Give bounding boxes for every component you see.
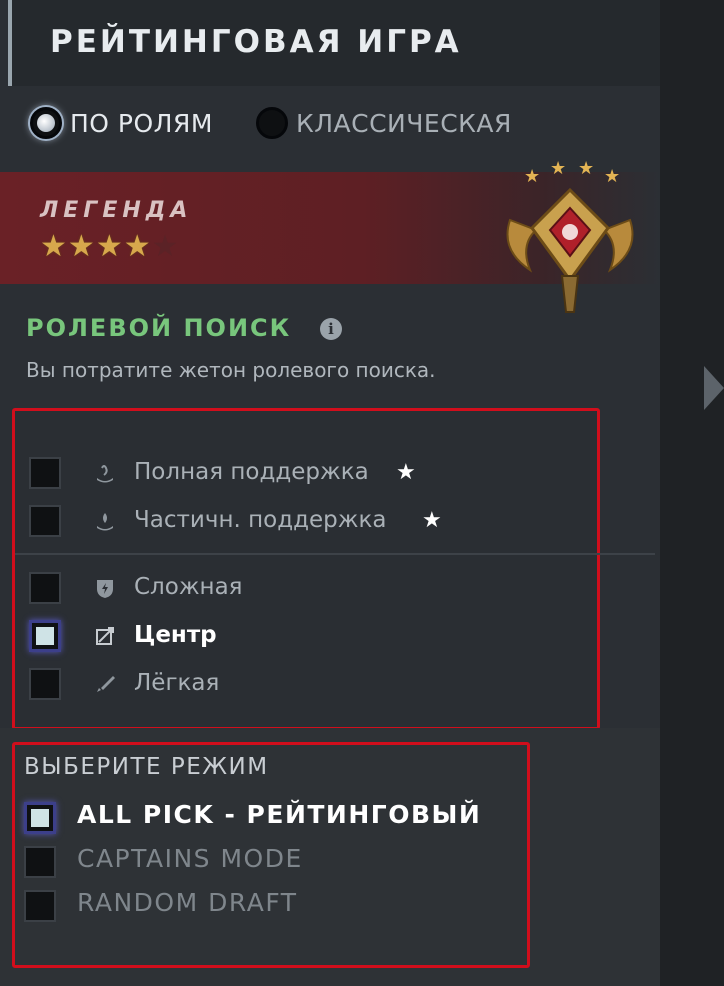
rank-star-icon: ★ (40, 229, 67, 264)
mode-label-captains-mode: CAPTAINS MODE (77, 844, 303, 873)
roles-divider (15, 553, 655, 555)
radio-role-queue[interactable]: ПО РОЛЯМ (30, 100, 213, 146)
role-checkbox-mid[interactable] (29, 620, 61, 652)
radio-button-unchecked[interactable] (256, 107, 288, 139)
role-label-mid: Центр (134, 622, 217, 648)
info-icon[interactable]: i (320, 318, 342, 340)
svg-text:★: ★ (578, 158, 594, 179)
game-mode-title: ВЫБЕРИТЕ РЕЖИМ (24, 754, 269, 780)
role-search-description: Вы потратите жетон ролевого поиска. (26, 358, 436, 382)
role-search-title: РОЛЕВОЙ ПОИСК (26, 314, 292, 342)
expand-arrow-icon[interactable] (704, 366, 724, 410)
safelane-icon (92, 671, 118, 697)
svg-text:★: ★ (524, 166, 540, 187)
role-checkbox-safelane[interactable] (29, 668, 61, 700)
offlane-icon (92, 575, 118, 601)
role-label-soft-support: Частичн. поддержка (134, 507, 387, 533)
role-checkbox-offlane[interactable] (29, 572, 61, 604)
role-label-offlane: Сложная (134, 574, 243, 600)
hard-support-icon (92, 460, 118, 486)
rank-star-icon: ★ (67, 229, 95, 264)
priority-star-icon: ★ (396, 460, 416, 485)
role-label-hard-support: Полная поддержка (134, 459, 369, 485)
mode-checkbox-all-pick[interactable] (24, 802, 56, 834)
mode-checkbox-random-draft[interactable] (24, 890, 56, 922)
panel-header: РЕЙТИНГОВАЯ ИГРА (8, 0, 660, 86)
rank-name: ЛЕГЕНДА (40, 198, 193, 223)
mode-label-random-draft: RANDOM DRAFT (77, 888, 298, 917)
role-checkbox-hard-support[interactable] (29, 457, 61, 489)
midlane-icon (92, 623, 118, 649)
rank-star-empty-icon: ★ (151, 229, 179, 264)
mode-checkbox-captains-mode[interactable] (24, 846, 56, 878)
priority-star-icon: ★ (422, 508, 442, 533)
rank-star-icon: ★ (95, 229, 123, 264)
legend-medal-icon: ★ ★ ★ ★ (506, 158, 634, 313)
radio-classic-queue[interactable]: КЛАССИЧЕСКАЯ (256, 100, 512, 146)
radio-label-role-queue: ПО РОЛЯМ (70, 108, 213, 138)
role-label-safelane: Лёгкая (134, 670, 220, 696)
right-background-strip (660, 0, 724, 986)
mode-label-all-pick: ALL PICK - РЕЙТИНГОВЫЙ (77, 800, 482, 829)
svg-text:★: ★ (604, 166, 620, 187)
radio-button-checked[interactable] (30, 107, 62, 139)
page-title: РЕЙТИНГОВАЯ ИГРА (50, 24, 462, 60)
svg-text:★: ★ (550, 158, 566, 179)
soft-support-icon (92, 508, 118, 534)
rank-star-icon: ★ (123, 229, 151, 264)
radio-label-classic: КЛАССИЧЕСКАЯ (296, 108, 512, 138)
role-checkbox-soft-support[interactable] (29, 505, 61, 537)
rank-stars: ★ ★ ★ ★ ★ (40, 232, 179, 262)
